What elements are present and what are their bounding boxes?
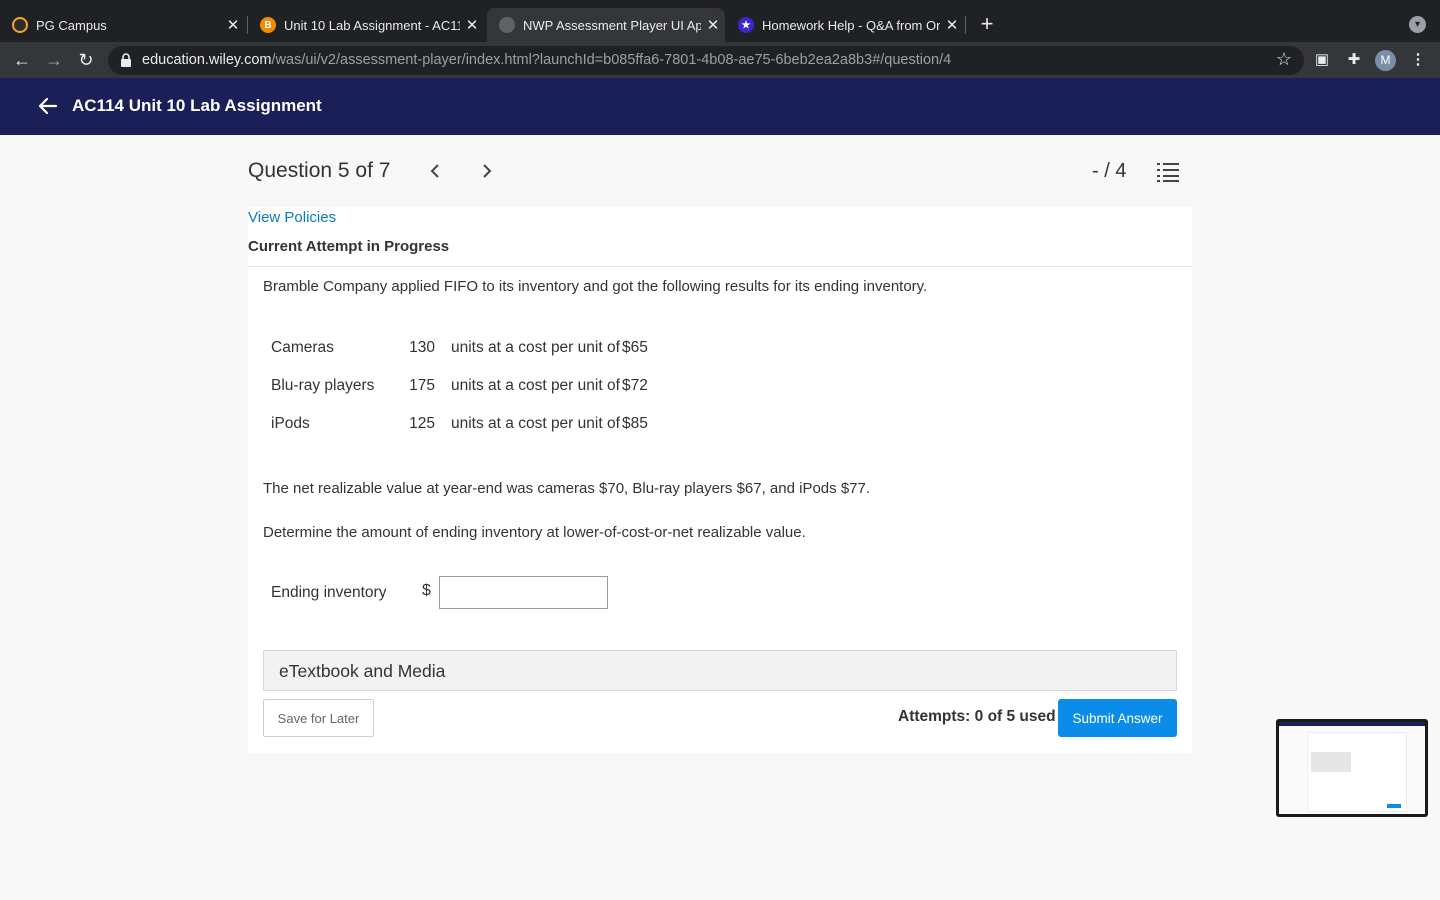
view-policies-link[interactable]: View Policies [248, 209, 336, 226]
etextbook-media-panel[interactable]: eTextbook and Media [263, 650, 1177, 691]
star-icon: ★ [738, 17, 754, 33]
tab-title: PG Campus [36, 17, 107, 33]
browser-toolbar: ← → ↻ education.wiley.com/was/ui/v2/asse… [0, 42, 1440, 78]
tab-title: Unit 10 Lab Assignment - AC114 [284, 17, 460, 33]
tab-pg-campus[interactable]: PG Campus ✕ [0, 8, 245, 42]
lock-icon [121, 53, 131, 67]
ending-inventory-input[interactable] [439, 576, 608, 609]
back-arrow-icon[interactable] [38, 96, 58, 116]
inventory-table: Cameras 130 units at a cost per unit of … [271, 329, 648, 443]
bookmark-star-icon[interactable]: ☆ [1276, 49, 1292, 70]
item-cost: $85 [622, 415, 648, 432]
attempt-status: Current Attempt in Progress [248, 238, 450, 255]
item-name: iPods [271, 415, 310, 432]
assignment-title: AC114 Unit 10 Lab Assignment [72, 96, 322, 115]
question-intro: Bramble Company applied FIFO to its inve… [263, 278, 928, 295]
tab-nwp-assessment[interactable]: NWP Assessment Player UI Application ✕ [487, 8, 725, 42]
chevron-right-icon[interactable] [476, 159, 498, 183]
ending-inventory-label: Ending inventory [271, 584, 387, 601]
close-tab-icon[interactable]: ✕ [701, 16, 725, 34]
tab-title: Homework Help - Q&A from Online [762, 17, 940, 33]
screenshot-thumbnail[interactable] [1276, 719, 1428, 817]
question-list-icon[interactable] [1157, 162, 1179, 182]
attempts-counter: Attempts: 0 of 5 used [898, 708, 1056, 725]
bookmark-b-icon: B [260, 17, 276, 33]
reload-icon[interactable]: ↻ [74, 48, 98, 72]
close-tab-icon[interactable]: ✕ [460, 16, 484, 34]
url-text: education.wiley.com/was/ui/v2/assessment… [142, 52, 952, 68]
item-cost: $72 [622, 377, 648, 394]
question-counter: Question 5 of 7 [248, 159, 391, 182]
new-tab-button[interactable]: + [976, 12, 998, 36]
currency-symbol: $ [422, 582, 431, 599]
nrv-text: The net realizable value at year-end was… [263, 480, 871, 497]
tab-homework-help[interactable]: ★ Homework Help - Q&A from Online ✕ [726, 8, 964, 42]
item-desc: units at a cost per unit of [451, 339, 620, 356]
tab-unit10-lab[interactable]: B Unit 10 Lab Assignment - AC114 ✕ [248, 8, 484, 42]
puzzle-piece-icon[interactable]: ✚ [1344, 50, 1364, 70]
tab-search-icon[interactable]: ▾ [1409, 16, 1426, 33]
thumbnail-preview [1279, 722, 1425, 814]
extension-icon[interactable]: ▣ [1312, 50, 1332, 70]
campus-logo-icon [12, 17, 28, 33]
etextbook-label: eTextbook and Media [279, 661, 446, 681]
submit-answer-button[interactable]: Submit Answer [1058, 699, 1177, 737]
chevron-left-icon[interactable] [424, 159, 446, 183]
kebab-menu-icon[interactable]: ⋮ [1408, 50, 1428, 70]
question-card: View Policies Current Attempt in Progres… [248, 207, 1192, 753]
browser-tab-strip: PG Campus ✕ B Unit 10 Lab Assignment - A… [0, 0, 1440, 42]
avatar[interactable]: M [1375, 50, 1396, 71]
app-header: AC114 Unit 10 Lab Assignment [0, 78, 1440, 135]
tab-separator [965, 16, 966, 34]
forward-arrow-icon[interactable]: → [42, 48, 66, 72]
table-row: iPods 125 units at a cost per unit of $8… [271, 405, 648, 443]
table-row: Blu-ray players 175 units at a cost per … [271, 367, 648, 405]
save-for-later-button[interactable]: Save for Later [263, 699, 374, 737]
item-name: Cameras [271, 339, 334, 356]
tab-title: NWP Assessment Player UI Application [523, 17, 701, 33]
item-units: 175 [409, 377, 435, 394]
question-score: - / 4 [1092, 160, 1127, 182]
question-bar: Question 5 of 7 - / 4 [0, 135, 1440, 207]
item-desc: units at a cost per unit of [451, 377, 620, 394]
item-name: Blu-ray players [271, 377, 375, 394]
question-instruction: Determine the amount of ending inventory… [263, 524, 806, 541]
item-desc: units at a cost per unit of [451, 415, 620, 432]
divider [248, 266, 1192, 267]
item-units: 125 [409, 415, 435, 432]
item-cost: $65 [622, 339, 648, 356]
globe-icon [499, 17, 515, 33]
item-units: 130 [409, 339, 435, 356]
address-bar[interactable]: education.wiley.com/was/ui/v2/assessment… [108, 46, 1304, 75]
close-tab-icon[interactable]: ✕ [940, 16, 964, 34]
back-arrow-icon[interactable]: ← [10, 48, 34, 72]
table-row: Cameras 130 units at a cost per unit of … [271, 329, 648, 367]
close-tab-icon[interactable]: ✕ [221, 16, 245, 34]
